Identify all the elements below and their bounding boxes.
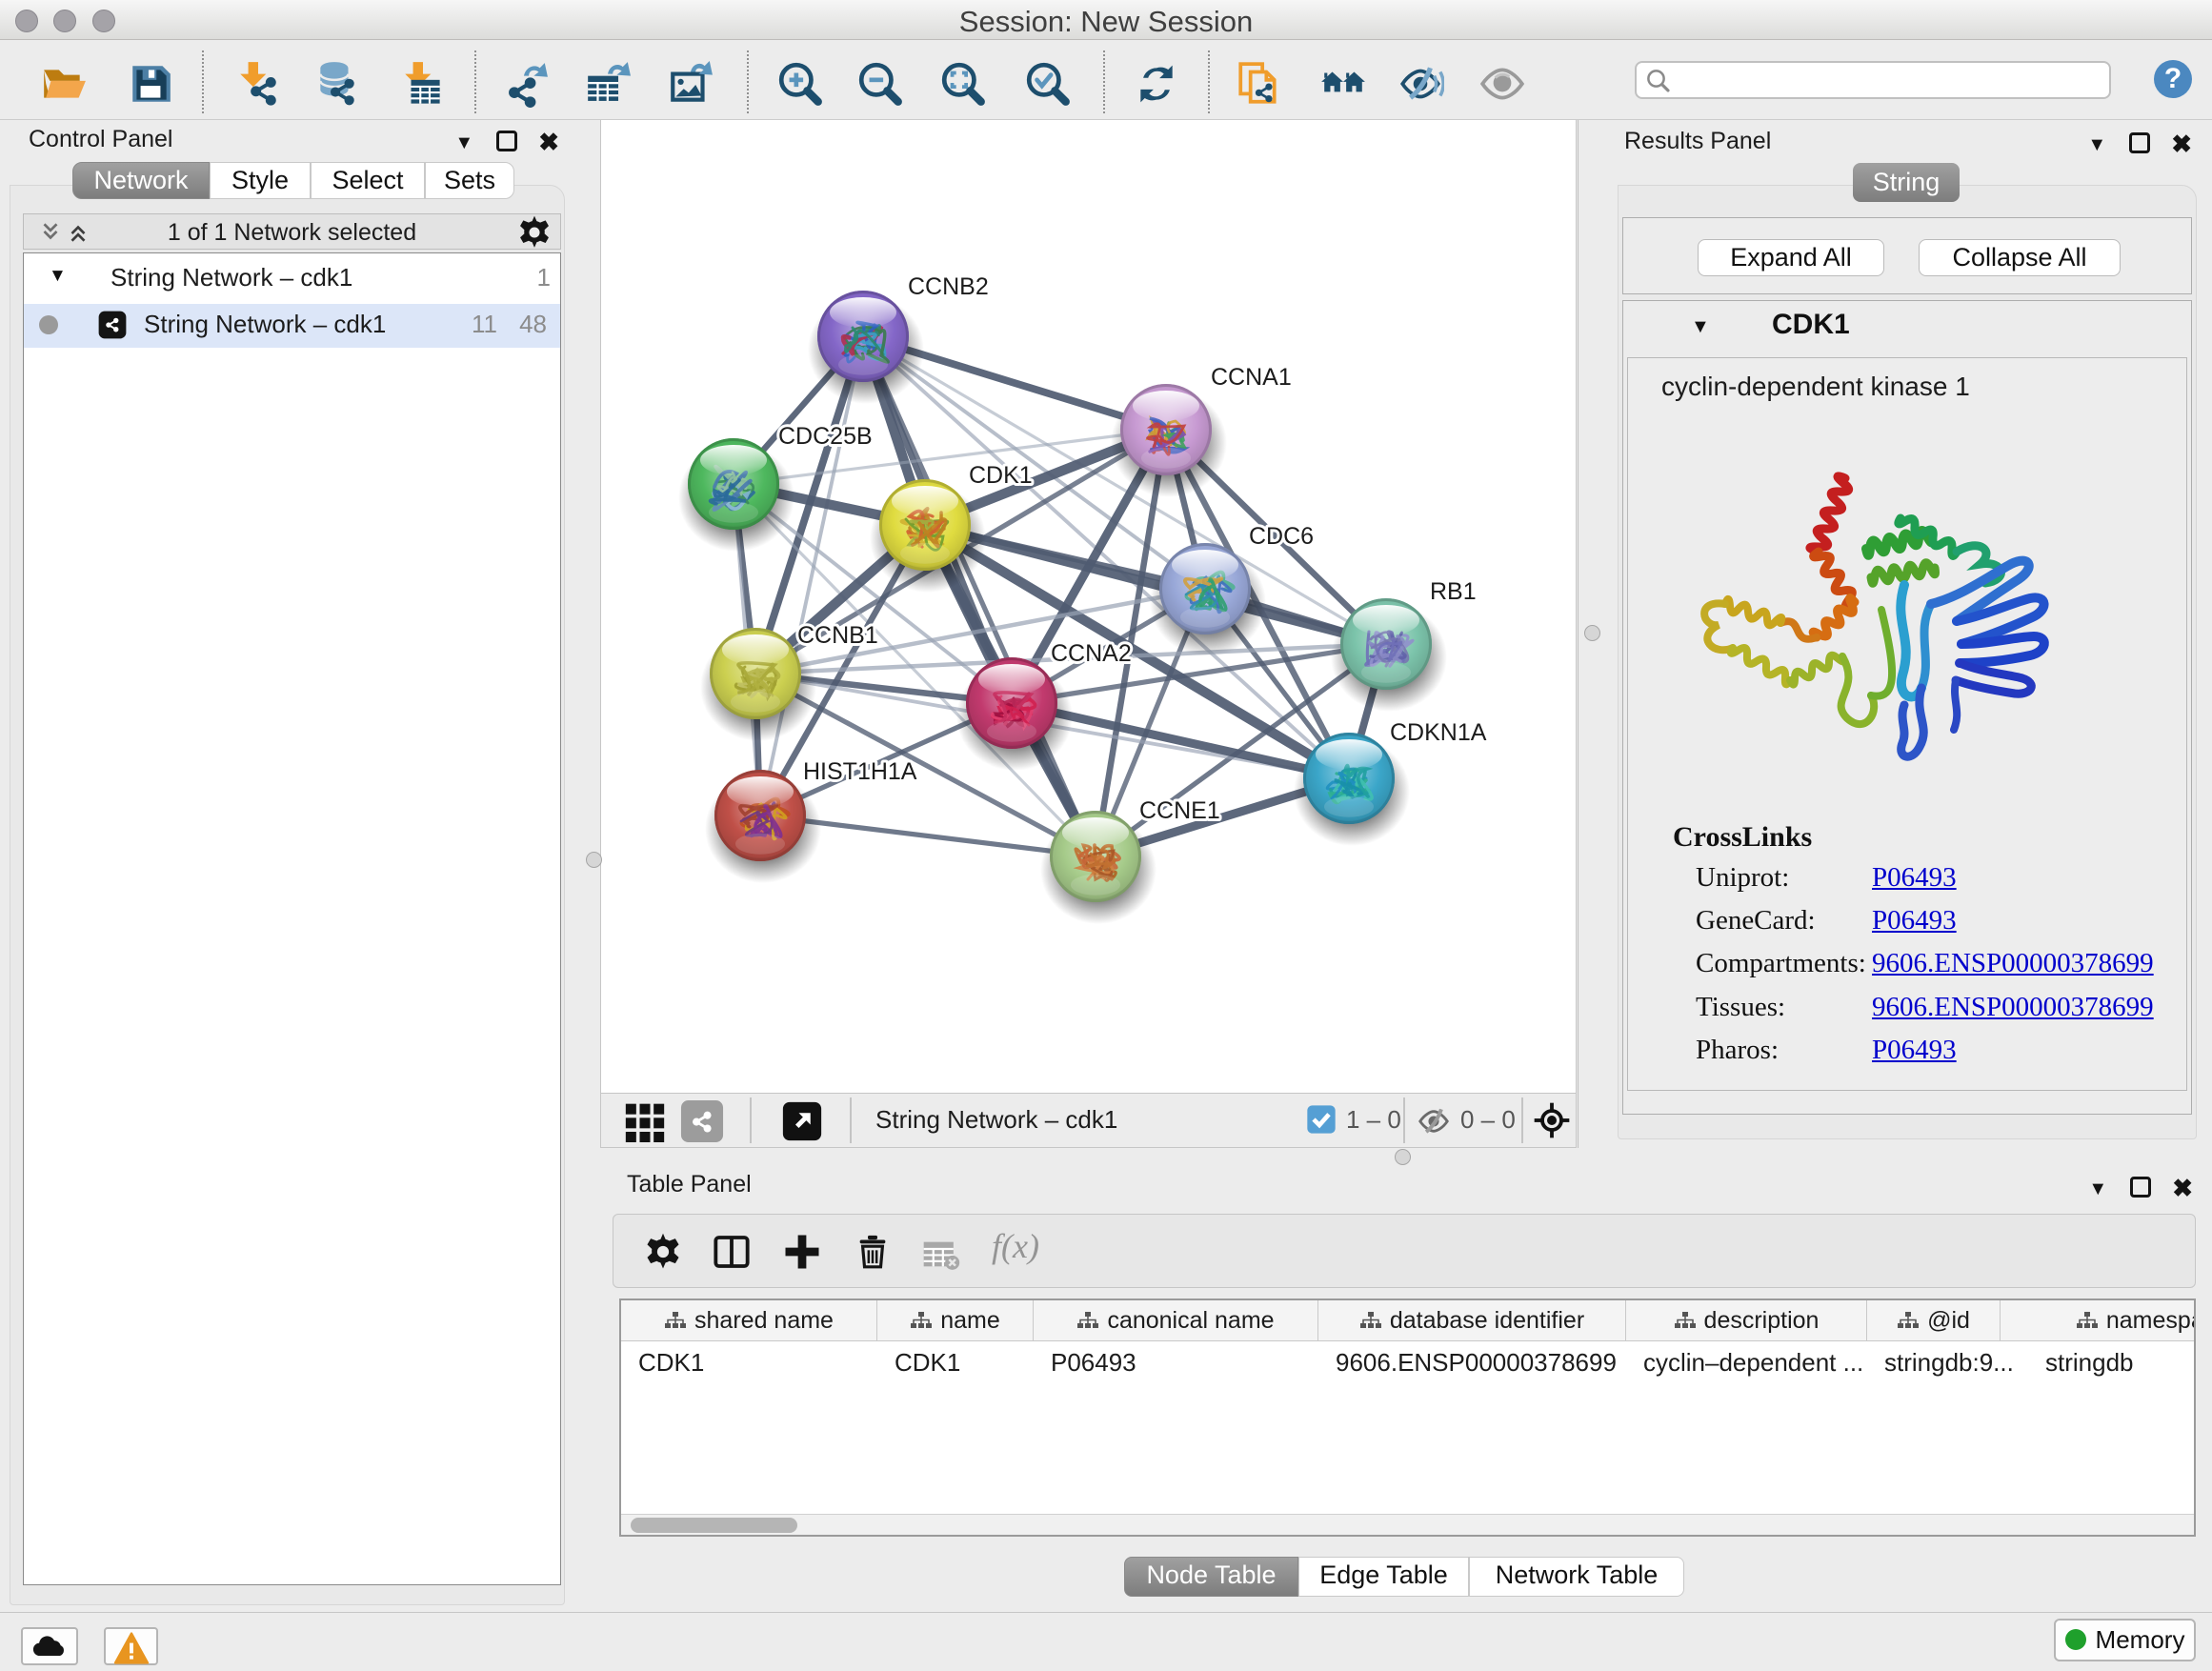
svg-text:CCNB1: CCNB1 — [797, 622, 878, 649]
svg-text:HIST1H1A: HIST1H1A — [803, 758, 917, 785]
svg-text:CDKN1A: CDKN1A — [1390, 719, 1487, 746]
svg-text:RB1: RB1 — [1430, 578, 1477, 605]
svg-text:CCNE1: CCNE1 — [1139, 797, 1220, 824]
svg-text:CCNA1: CCNA1 — [1211, 364, 1292, 391]
svg-text:CDC25B: CDC25B — [778, 423, 873, 450]
svg-text:CCNB2: CCNB2 — [908, 273, 989, 300]
svg-text:CDC6: CDC6 — [1249, 523, 1314, 550]
svg-text:CDK1: CDK1 — [969, 462, 1033, 489]
svg-text:CCNA2: CCNA2 — [1051, 640, 1132, 667]
